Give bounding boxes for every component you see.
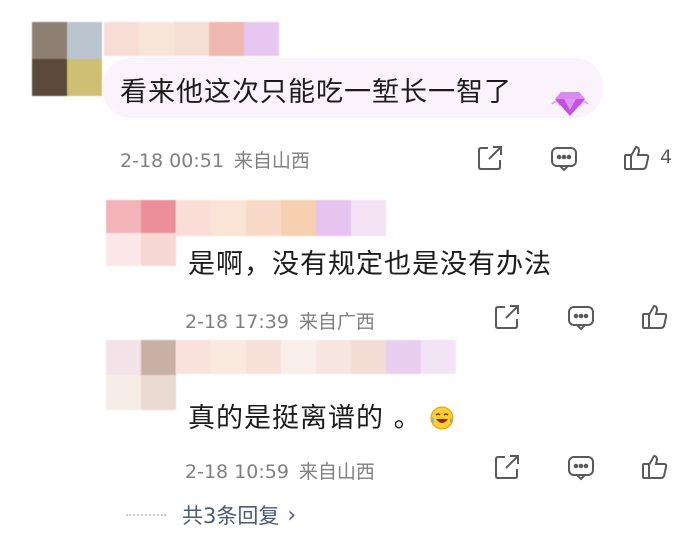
- comment-location: 来自山西: [233, 150, 310, 172]
- comment-button[interactable]: [566, 302, 596, 332]
- blurred-avatar: [106, 340, 176, 410]
- comment-text: 真的是挺离谱的 。: [188, 396, 454, 435]
- gem-icon: [550, 84, 590, 120]
- share-button[interactable]: [492, 302, 522, 332]
- blurred-avatar: [106, 200, 176, 266]
- comment-text: 是啊，没有规定也是没有办法: [188, 249, 552, 280]
- blurred-username: [104, 22, 280, 56]
- dotted-divider: [126, 514, 166, 516]
- view-replies-link[interactable]: 共3条回复 ›: [126, 500, 296, 530]
- comment-location: 来自山西: [298, 461, 375, 483]
- comment-2: 是啊，没有规定也是没有办法 2-18 17:39 来自广西: [0, 190, 700, 340]
- comment-button[interactable]: [549, 143, 579, 173]
- chevron-right-icon: ›: [287, 502, 297, 528]
- comment-button[interactable]: [566, 452, 596, 482]
- replies-label: 共3条回复: [182, 504, 280, 528]
- blurred-username: [176, 200, 386, 236]
- comment-text-content: 真的是挺离谱的 。: [188, 403, 422, 434]
- comment-meta: 2-18 00:51 来自山西: [120, 146, 310, 173]
- like-button[interactable]: [640, 302, 670, 332]
- share-button[interactable]: [475, 143, 505, 173]
- comment-text: 看来他这次只能吃一堑长一智了: [120, 77, 512, 108]
- comment-location: 来自广西: [298, 311, 375, 333]
- comment-meta: 2-18 10:59 来自山西: [185, 457, 375, 484]
- laughing-tears-emoji-icon: [430, 406, 454, 430]
- like-count: 4: [660, 146, 673, 168]
- blurred-username: [176, 340, 456, 374]
- comment-meta: 2-18 17:39 来自广西: [185, 307, 375, 334]
- like-button[interactable]: [622, 143, 652, 173]
- like-button[interactable]: [640, 452, 670, 482]
- comment-time: 2-18 00:51: [120, 150, 224, 172]
- comment-1: 看来他这次只能吃一堑长一智了 2-18 00:51 来自山西 4: [0, 0, 700, 190]
- share-button[interactable]: [492, 452, 522, 482]
- comment-time: 2-18 17:39: [185, 311, 289, 333]
- blurred-avatar: [32, 22, 102, 96]
- comment-time: 2-18 10:59: [185, 461, 289, 483]
- comment-3: 真的是挺离谱的 。 2-18 10:59 来自山西: [0, 340, 700, 490]
